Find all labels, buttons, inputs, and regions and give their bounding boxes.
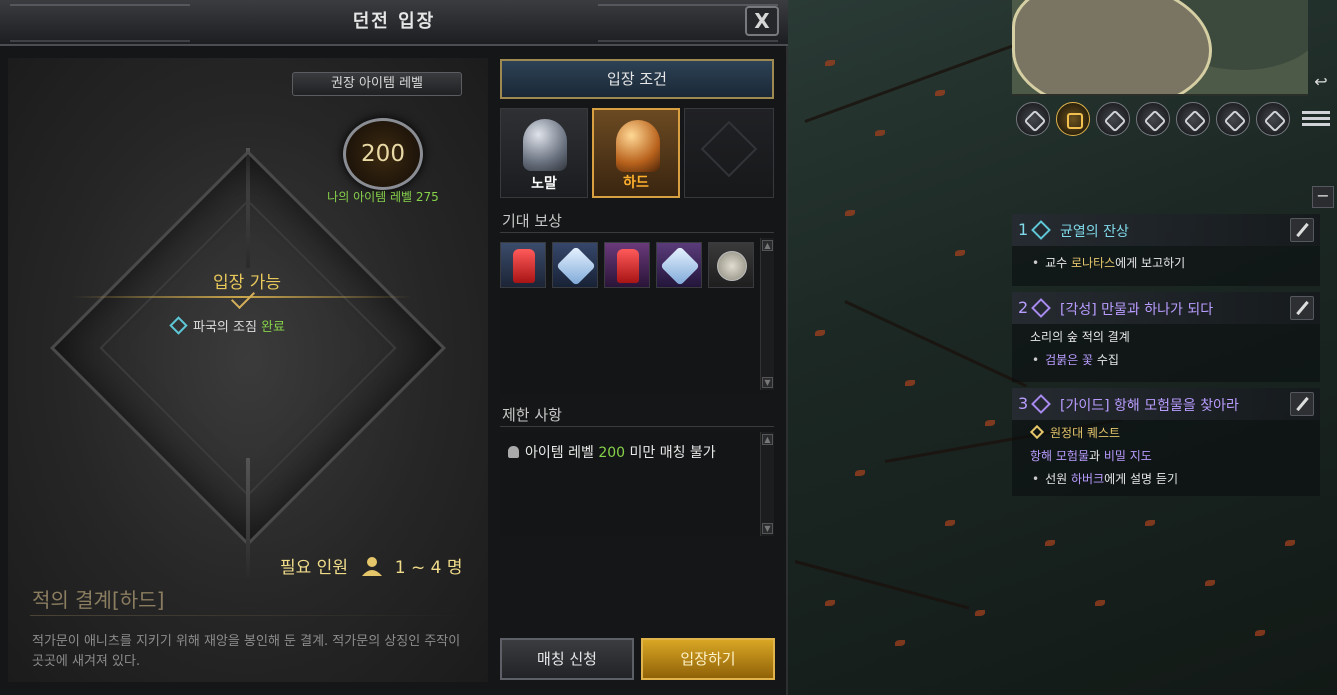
rewards-title: 기대 보상 bbox=[502, 212, 562, 230]
dungeon-name-text: 적의 결계 bbox=[32, 588, 112, 612]
quest-objective: • 교수 로나타스에게 보고하기 bbox=[1032, 256, 1186, 270]
quest-requirement: 파국의 조짐 완료 bbox=[169, 316, 285, 335]
limits-title: 제한 사항 bbox=[502, 406, 562, 424]
camera-icon[interactable] bbox=[1216, 102, 1250, 136]
guild-icon[interactable] bbox=[1136, 102, 1170, 136]
close-button[interactable]: X bbox=[745, 6, 779, 36]
limits-scrollbar[interactable]: ▲ ▼ bbox=[760, 432, 774, 536]
description-divider bbox=[30, 615, 470, 616]
minimap-return-icon[interactable]: ↩ bbox=[1310, 72, 1332, 94]
dialog-titlebar: 던전 입장 X bbox=[0, 0, 788, 46]
reward-coin-silver-icon[interactable] bbox=[708, 242, 754, 288]
reward-armor-red-icon[interactable] bbox=[604, 242, 650, 288]
locked-slot-icon bbox=[700, 120, 758, 178]
difficulty-normal-label: 노말 bbox=[531, 176, 557, 192]
user-icon bbox=[362, 557, 383, 576]
difficulty-locked bbox=[684, 108, 774, 198]
rewards-list: ▲ ▼ bbox=[500, 238, 774, 394]
enter-dungeon-button[interactable]: 입장하기 bbox=[641, 638, 775, 680]
minimap[interactable] bbox=[1012, 0, 1308, 96]
scroll-up-icon[interactable]: ▲ bbox=[762, 240, 773, 251]
scroll-up-icon[interactable]: ▲ bbox=[762, 434, 773, 445]
ornament-spike-bottom bbox=[246, 458, 250, 578]
difficulty-hard-label: 하드 bbox=[623, 175, 649, 191]
cake-icon[interactable] bbox=[1256, 102, 1290, 136]
party-size-label: 필요 인원 bbox=[280, 558, 348, 578]
dungeon-difficulty-tag: [하드] bbox=[111, 588, 165, 612]
match-request-button[interactable]: 매칭 신청 bbox=[500, 638, 634, 680]
helmet-icon bbox=[616, 120, 660, 172]
reward-gem-purple-icon[interactable] bbox=[656, 242, 702, 288]
my-item-level: 나의 아이템 레벨 275 bbox=[327, 190, 439, 204]
helmet-icon bbox=[523, 119, 567, 171]
quest-location: 소리의 숲 적의 결계 bbox=[1030, 330, 1130, 344]
quest-objective: • 선원 하버크에게 설명 듣기 bbox=[1032, 472, 1178, 486]
dungeon-entrance-dialog: 던전 입장 X 권장 아이템 레벨 200 나의 아이템 레벨 275 입장 가… bbox=[0, 0, 788, 695]
minimap-land bbox=[1012, 0, 1212, 94]
helmet-icon bbox=[508, 446, 519, 458]
dungeon-name: 적의 결계[하드] bbox=[32, 584, 164, 613]
reward-armor-red-icon[interactable] bbox=[500, 242, 546, 288]
quest-navigate-icon[interactable] bbox=[1290, 296, 1314, 320]
quest-requirement-name: 파국의 조짐 bbox=[193, 320, 257, 335]
menu-icon[interactable] bbox=[1302, 108, 1330, 130]
quick-toolbar bbox=[1012, 100, 1337, 140]
limits-list: 아이템 레벨 200 미만 매칭 불가 ▲ ▼ bbox=[500, 432, 774, 536]
rewards-scrollbar[interactable]: ▲ ▼ bbox=[760, 238, 774, 390]
quest-title: 균열의 잔상 bbox=[1060, 224, 1129, 240]
entry-conditions-button[interactable]: 입장 조건 bbox=[500, 59, 774, 99]
quest-navigate-icon[interactable] bbox=[1290, 218, 1314, 242]
quest-diamond-icon bbox=[1031, 394, 1051, 414]
quest-entry-1[interactable]: 1 균열의 잔상 • 교수 로나타스에게 보고하기 bbox=[1012, 214, 1320, 286]
reward-gem-blue-icon[interactable] bbox=[552, 242, 598, 288]
scroll-down-icon[interactable]: ▼ bbox=[762, 523, 773, 534]
limit-suffix: 미만 매칭 불가 bbox=[629, 445, 716, 461]
recommended-level-value: 200 bbox=[361, 141, 405, 167]
quest-number: 2 bbox=[1018, 298, 1029, 317]
difficulty-hard[interactable]: 하드 bbox=[592, 108, 680, 198]
quest-title: [각성] 만물과 하나가 되다 bbox=[1060, 302, 1214, 318]
map-search-icon[interactable] bbox=[1016, 102, 1050, 136]
limit-item: 아이템 레벨 200 미만 매칭 불가 bbox=[508, 442, 716, 462]
quest-description: 항해 모험물과 비밀 지도 bbox=[1030, 449, 1152, 463]
quest-category: 원정대 퀘스트 bbox=[1012, 420, 1320, 445]
quest-diamond-icon bbox=[169, 316, 188, 335]
rewards-divider bbox=[500, 232, 774, 233]
recommended-level-label: 권장 아이템 레벨 bbox=[292, 72, 462, 96]
quest-navigate-icon[interactable] bbox=[1290, 392, 1314, 416]
quest-tracker-collapse-button[interactable]: − bbox=[1312, 186, 1334, 208]
quest-diamond-icon bbox=[1031, 298, 1051, 318]
dungeon-description: 적가문이 애니츠를 지키기 위해 재앙을 봉인해 둔 결계. 적가문의 상징인 … bbox=[32, 634, 461, 669]
scroll-down-icon[interactable]: ▼ bbox=[762, 377, 773, 388]
party-size-value: 1 ~ 4 명 bbox=[394, 558, 463, 578]
quest-diamond-icon bbox=[1031, 220, 1051, 240]
quest-title: [가이드] 항해 모험물을 찾아라 bbox=[1060, 398, 1239, 414]
quest-entry-3[interactable]: 3 [가이드] 항해 모험물을 찾아라 원정대 퀘스트 항해 모험물과 비밀 지… bbox=[1012, 388, 1320, 496]
gift-icon[interactable] bbox=[1056, 102, 1090, 136]
quest-number: 3 bbox=[1018, 394, 1029, 413]
expedition-icon bbox=[1029, 424, 1045, 440]
ornament-diamond-inner bbox=[99, 199, 397, 497]
quest-entry-2[interactable]: 2 [각성] 만물과 하나가 되다 소리의 숲 적의 결계 • 검붉은 꽃 수집 bbox=[1012, 292, 1320, 382]
party-size: 필요 인원 1 ~ 4 명 bbox=[280, 553, 463, 578]
entry-conditions-panel: 입장 조건 노말 하드 기대 보상 ▲ ▼ 제한 사항 아이템 레벨 200 미… bbox=[496, 56, 780, 686]
quest-objective: • 검붉은 꽃 수집 bbox=[1032, 353, 1119, 367]
compass-icon[interactable] bbox=[1096, 102, 1130, 136]
limit-prefix: 아이템 레벨 bbox=[525, 445, 594, 461]
limit-level: 200 bbox=[598, 445, 626, 461]
limits-divider bbox=[500, 426, 774, 427]
quest-requirement-status: 완료 bbox=[261, 320, 285, 335]
quest-number: 1 bbox=[1018, 220, 1029, 239]
recommended-level-badge: 200 bbox=[343, 118, 423, 190]
difficulty-normal[interactable]: 노말 bbox=[500, 108, 588, 198]
dialog-title: 던전 입장 bbox=[352, 11, 436, 32]
party-search-icon[interactable] bbox=[1176, 102, 1210, 136]
